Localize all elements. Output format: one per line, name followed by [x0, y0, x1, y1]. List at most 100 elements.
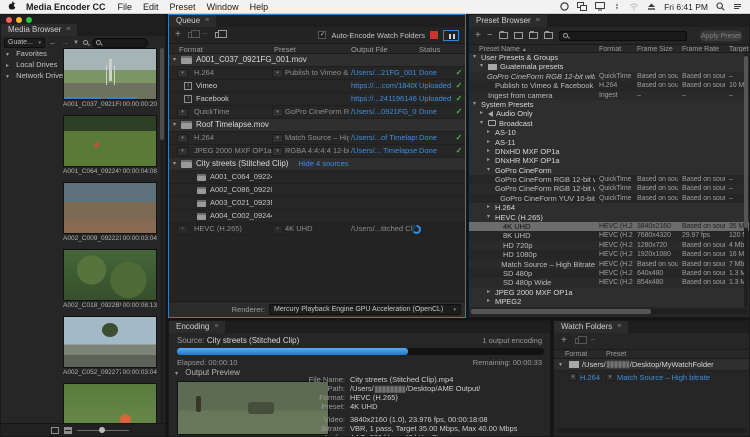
- preset-search-input[interactable]: [571, 32, 683, 40]
- apple-menu-icon[interactable]: [8, 1, 16, 12]
- tree-item[interactable]: ▸ Local Drives: [1, 59, 61, 70]
- preset-row[interactable]: 8K UHD HEVC (H.265) 7680x4320 29.97 fps …: [469, 231, 749, 240]
- new-preset-button[interactable]: +: [475, 31, 481, 41]
- clip-thumbnail[interactable]: [63, 48, 157, 100]
- preset-row[interactable]: ▸ Audio Only: [469, 109, 749, 118]
- menu-edit[interactable]: Edit: [143, 2, 159, 12]
- tab-preset-browser[interactable]: Preset Browser ≡: [469, 15, 547, 27]
- watch-folder-row[interactable]: ▾ /Users//Desktop/MyWatchFolder: [554, 359, 749, 371]
- preset-row[interactable]: ▾ HEVC (H.265): [469, 213, 749, 222]
- monitor-icon[interactable]: [595, 2, 605, 11]
- preset-row[interactable]: ▸ DNxHD MXF OP1a: [469, 147, 749, 156]
- preset-row[interactable]: ▾ GoPro CineForm: [469, 166, 749, 175]
- wifi-icon[interactable]: [629, 2, 639, 11]
- panel-menu-icon[interactable]: ≡: [66, 24, 70, 36]
- queue-row[interactable]: ↑ ▾ A001_C064_09224Y_001 ▾: [169, 171, 465, 184]
- queue-row[interactable]: ▾ ↑ ▾ Roof Timelapse.mov ▾: [169, 119, 465, 132]
- output-file-link[interactable]: https://....com/184066142: [351, 81, 417, 90]
- preset-row[interactable]: GoPro CineForm RGB 12-bit with alpha Qui…: [469, 175, 749, 184]
- media-clip[interactable]: A002_C018_0922BW_... 00:00:08:13: [63, 249, 157, 310]
- preset-row[interactable]: ▸ DNxHR MXF OP1a: [469, 156, 749, 165]
- column-target-rate[interactable]: Target Rate: [725, 45, 749, 52]
- twirl-icon[interactable]: ▾: [487, 213, 495, 222]
- output-file-link[interactable]: /Users/...titched Clip).mp4: [351, 224, 417, 233]
- twirl-icon[interactable]: ▸: [487, 297, 495, 306]
- preset-row[interactable]: SD 480p HEVC (H.265) 640x480 Based on so…: [469, 269, 749, 278]
- keyboard-brightness-icon[interactable]: [613, 2, 621, 11]
- twirl-icon[interactable]: ▸: [480, 109, 488, 118]
- output-file-link[interactable]: /Users/...0921FG_001.mov: [351, 107, 417, 116]
- preset-dropdown[interactable]: ▾: [272, 225, 283, 234]
- list-view-icon[interactable]: [51, 427, 59, 434]
- preset-row[interactable]: ▾ Guatemala presets: [469, 62, 749, 71]
- tab-encoding[interactable]: Encoding ≡: [169, 321, 225, 333]
- format-dropdown[interactable]: ▾: [177, 147, 188, 156]
- queue-row[interactable]: ↑ ▾ A003_C021_0923NJ_001 ▾: [169, 197, 465, 210]
- queue-row[interactable]: ↑ ▾ Vimeo ▾ https://....com/184066142 Up…: [169, 80, 465, 93]
- preset-row[interactable]: HD 720p HEVC (H.265) 1280x720 Based on s…: [469, 241, 749, 250]
- export-preset-button[interactable]: [544, 32, 553, 39]
- zoom-window-button[interactable]: [26, 17, 32, 23]
- queue-row[interactable]: ↑ ▾ H.264 ▾ Match Source – High bitr... …: [169, 132, 465, 145]
- preset-label[interactable]: 4K UHD: [285, 223, 313, 235]
- preset-label[interactable]: Publish to Vimeo & Face...: [285, 67, 349, 79]
- preset-row[interactable]: ▸ JPEG 2000 MXF OP1a: [469, 288, 749, 297]
- panel-menu-icon[interactable]: ≡: [205, 15, 209, 27]
- twirl-icon[interactable]: ▸: [487, 147, 495, 156]
- preset-row[interactable]: Match Source – High Bitrate HEVC (H.265)…: [469, 260, 749, 269]
- preset-label[interactable]: Match Source – High bitr...: [285, 132, 349, 144]
- preset-row[interactable]: HD 1080p HEVC (H.265) 1920x1080 Based on…: [469, 250, 749, 259]
- queue-row[interactable]: ↑ ▾ QuickTime ▾ GoPro CineForm RGB 12...…: [169, 106, 465, 119]
- queue-row[interactable]: ▾ ↑ ▾ A001_C037_0921FG_001.mov ▾: [169, 54, 465, 67]
- back-button[interactable]: ←: [49, 38, 57, 48]
- preset-row[interactable]: GoPro CineForm RGB 12-bit with alpha (Al…: [469, 72, 749, 81]
- twirl-icon[interactable]: ▾: [173, 54, 181, 66]
- twirl-icon[interactable]: ▸: [487, 203, 495, 212]
- column-frame-size[interactable]: Frame Size: [633, 45, 678, 52]
- panel-menu-icon[interactable]: ≡: [214, 321, 218, 333]
- pause-queue-button[interactable]: [443, 30, 459, 41]
- preset-row[interactable]: ▾ Broadcast: [469, 119, 749, 128]
- eject-icon[interactable]: [647, 2, 656, 11]
- stop-queue-button[interactable]: [430, 31, 438, 39]
- add-output-button[interactable]: [188, 32, 195, 38]
- media-search-input[interactable]: [104, 39, 144, 47]
- creative-cloud-icon[interactable]: [560, 2, 569, 11]
- watch-folder-output-row[interactable]: ▾ H.264 ▾ Match Source – High bitrate: [554, 371, 749, 383]
- twirl-icon[interactable]: ▾: [480, 62, 488, 71]
- auto-encode-checkbox[interactable]: ✓: [318, 31, 326, 39]
- format-label[interactable]: QuickTime: [194, 106, 230, 118]
- preset-dropdown[interactable]: ▾: [272, 108, 283, 117]
- preset-row[interactable]: SD 480p Wide HEVC (H.265) 854x480 Based …: [469, 278, 749, 287]
- filter-icon[interactable]: ▼: [73, 40, 79, 46]
- hide-sources-link[interactable]: Hide 4 sources: [298, 158, 348, 170]
- format-dropdown[interactable]: ▾: [177, 134, 188, 143]
- preset-row[interactable]: ▸ AS-11: [469, 138, 749, 147]
- import-preset-button[interactable]: [529, 32, 538, 39]
- minimize-window-button[interactable]: [16, 17, 22, 23]
- twirl-icon[interactable]: ▸: [487, 156, 495, 165]
- media-clip[interactable]: A002_C009_092221_... 00:00:03:04: [63, 182, 157, 243]
- format-dropdown[interactable]: ▾: [177, 69, 188, 78]
- queue-row[interactable]: ↑ ▾ A004_C002_09244Q_001 ▾: [169, 210, 465, 223]
- tree-item[interactable]: ▾ Favorites: [1, 48, 61, 59]
- column-frame-rate[interactable]: Frame Rate: [678, 45, 725, 52]
- media-browser-scrollbar[interactable]: [160, 48, 164, 425]
- watch-preset[interactable]: Match Source – High bitrate: [617, 373, 710, 382]
- tab-media-browser[interactable]: Media Browser ≡: [1, 24, 77, 36]
- thumbnail-view-icon[interactable]: [64, 427, 72, 434]
- panel-menu-icon[interactable]: ≡: [536, 15, 540, 27]
- add-source-button[interactable]: +: [175, 30, 181, 40]
- tab-queue[interactable]: Queue ≡: [169, 15, 216, 27]
- new-group-button[interactable]: [499, 32, 508, 39]
- preset-row[interactable]: ▾ User Presets & Groups: [469, 53, 749, 62]
- twirl-icon[interactable]: ▾: [173, 119, 181, 131]
- apply-preset-button[interactable]: Apply Preset: [699, 30, 743, 42]
- twirl-icon[interactable]: ▸: [487, 128, 495, 137]
- media-clip[interactable]: A002_C052_092277_... 00:00:03:04: [63, 316, 157, 377]
- column-preset-name[interactable]: Preset Name ▲: [469, 45, 595, 52]
- watch-folder-settings-button[interactable]: [575, 338, 582, 344]
- preset-dropdown[interactable]: ▾: [272, 69, 283, 78]
- displays-icon[interactable]: [577, 2, 587, 11]
- add-watch-folder-button[interactable]: +: [561, 336, 567, 346]
